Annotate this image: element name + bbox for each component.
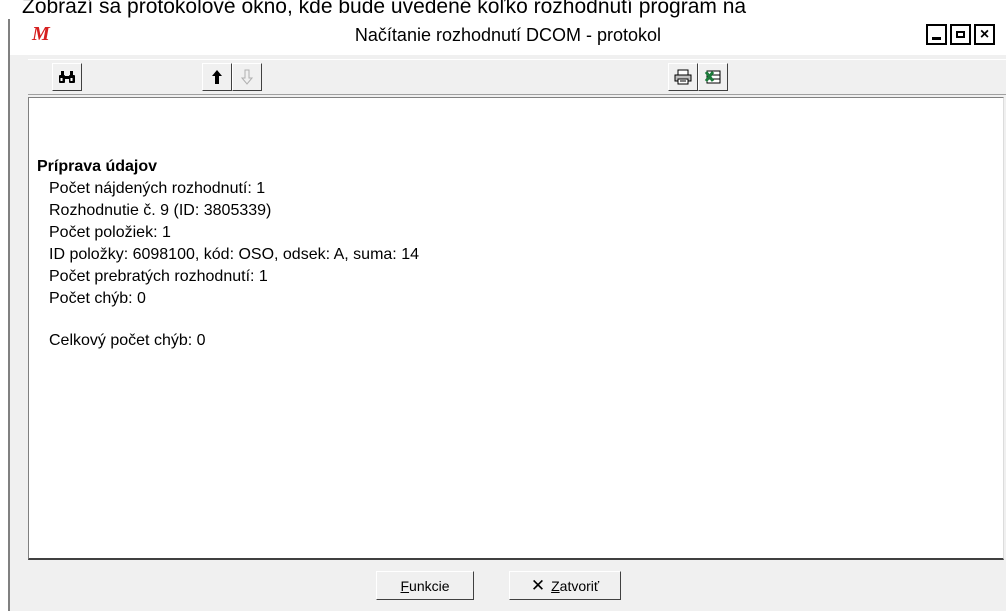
arrow-down-icon (241, 69, 253, 85)
close-label: Zatvoriť (551, 577, 600, 594)
log-line: Počet chýb: 0 (49, 290, 146, 307)
log-total-errors: Celkový počet chýb: 0 (49, 332, 206, 349)
log-heading: Príprava údajov (37, 158, 158, 175)
protocol-window: M Načítanie rozhodnutí DCOM - protokol × (8, 19, 1006, 611)
print-button[interactable] (668, 63, 698, 91)
button-bar: Funkcie ✕ Zatvoriť (28, 562, 1006, 611)
minimize-icon (932, 36, 941, 40)
move-down-button[interactable] (232, 63, 262, 91)
protocol-log-area[interactable]: Príprava údajov Počet nájdených rozhodnu… (28, 97, 1004, 560)
log-line: Rozhodnutie č. 9 (ID: 3805339) (49, 202, 272, 219)
excel-icon (704, 70, 721, 84)
minimize-button[interactable] (926, 24, 947, 45)
find-button[interactable] (52, 63, 82, 91)
maximize-button[interactable] (950, 24, 971, 45)
document-caption: Zobrazí sa protokolové okno, kde bude uv… (22, 0, 747, 18)
close-button[interactable]: × (974, 24, 995, 45)
close-icon: ✕ (530, 575, 546, 595)
maximize-icon (956, 31, 965, 38)
close-dialog-button[interactable]: ✕ Zatvoriť (509, 571, 621, 600)
toolbar (28, 59, 1006, 95)
log-line: Počet prebratých rozhodnutí: 1 (49, 268, 268, 285)
log-spacer (37, 310, 419, 330)
functions-button[interactable]: Funkcie (376, 571, 474, 600)
log-line: Počet nájdených rozhodnutí: 1 (49, 180, 266, 197)
title-bar[interactable]: M Načítanie rozhodnutí DCOM - protokol × (10, 19, 1006, 55)
move-up-button[interactable] (202, 63, 232, 91)
functions-label: Funkcie (400, 577, 450, 594)
excel-export-button[interactable] (698, 63, 728, 91)
log-line: ID položky: 6098100, kód: OSO, odsek: A,… (49, 246, 419, 263)
window-title: Načítanie rozhodnutí DCOM - protokol (354, 25, 662, 45)
arrow-up-icon (212, 70, 222, 84)
protocol-log: Príprava údajov Počet nájdených rozhodnu… (37, 156, 419, 352)
binoculars-icon (59, 71, 75, 83)
log-line: Počet položiek: 1 (49, 224, 171, 241)
close-icon: × (979, 25, 990, 43)
printer-icon (674, 69, 692, 85)
